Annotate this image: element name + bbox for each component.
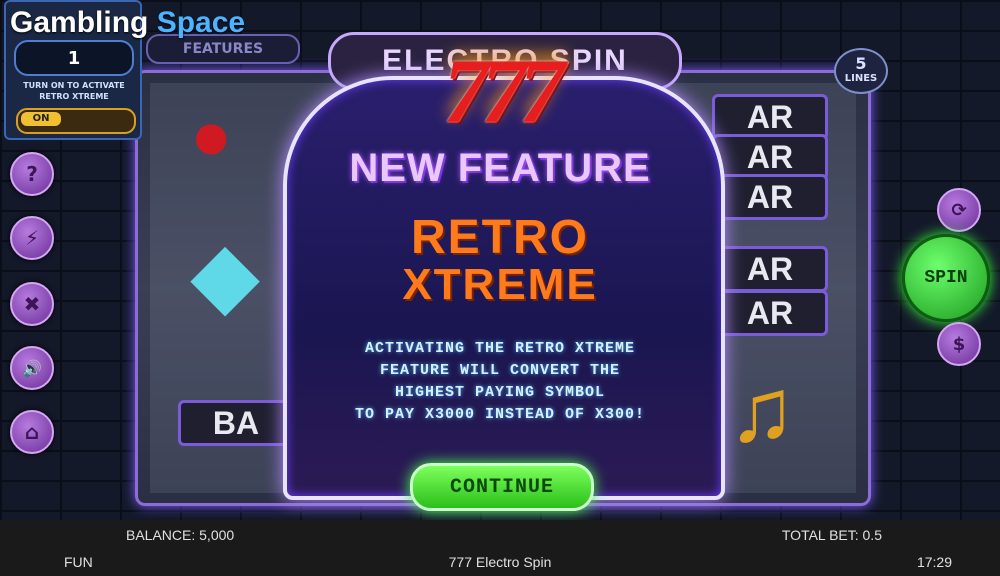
coin-icon: $ (952, 333, 966, 355)
lines-count: 5 (855, 54, 867, 73)
lines-badge: 5 LINES (834, 48, 888, 94)
help-button[interactable]: ? (10, 152, 54, 196)
seven-seven-seven-logo: 777 (443, 40, 565, 142)
description-line: ACTIVATING THE RETRO XTREME (364, 340, 636, 357)
game-name-text: 777 Electro Spin (448, 554, 552, 570)
feature-panel-note: TURN ON TO ACTIVATE RETRO XTREME (23, 81, 125, 101)
tools-icon: ✖ (23, 292, 41, 316)
home-icon: ⌂ (24, 420, 40, 444)
speaker-icon: 🔊 (22, 358, 42, 378)
continue-button[interactable]: CONTINUE (410, 463, 594, 511)
description-line: TO PAY X3000 INSTEAD OF X300! (354, 406, 646, 423)
turbo-button[interactable]: ⚡ (10, 216, 54, 260)
clock-text: 17:29 (916, 554, 952, 570)
description-line: HIGHEST PAYING SYMBOL (394, 384, 606, 401)
diamond-icon: ◆ (192, 227, 259, 323)
retro-xtreme-toggle[interactable]: ON (16, 108, 136, 134)
feature-value: 1 (14, 40, 134, 76)
home-button[interactable]: ⌂ (10, 410, 54, 454)
refresh-icon: ⟳ (951, 199, 967, 221)
watermark-part2: Space (156, 6, 246, 39)
lightning-icon: ⚡ (24, 226, 40, 250)
bar-symbol: AR (712, 246, 828, 292)
total-bet-text: TOTAL BET: 0.5 (781, 527, 882, 543)
settings-button[interactable]: ✖ (10, 282, 54, 326)
bar-symbol-left: BA (178, 400, 294, 446)
bell-icon: ♫ (728, 361, 796, 461)
bet-button[interactable]: $ (937, 322, 981, 366)
spin-button[interactable]: SPIN (902, 234, 990, 322)
feature-name-line2: XTREME (402, 260, 598, 309)
watermark-logo: Gambling Space (10, 6, 245, 40)
toggle-label: ON (21, 112, 61, 126)
bottom-status-bar: BALANCE: 5,000 TOTAL BET: 0.5 FUN 777 El… (0, 520, 1000, 576)
sound-button[interactable]: 🔊 (10, 346, 54, 390)
feature-name-line1: RETRO (411, 211, 589, 264)
lines-label: LINES (844, 73, 878, 84)
modal-heading: NEW FEATURE (349, 146, 651, 190)
bar-symbol: AR (712, 174, 828, 220)
cherry-icon: ● (190, 96, 233, 174)
feature-description: ACTIVATING THE RETRO XTREME FEATURE WILL… (300, 338, 700, 426)
help-icon: ? (26, 162, 38, 186)
description-line: FEATURE WILL CONVERT THE (379, 362, 621, 379)
autoplay-button[interactable]: ⟳ (937, 188, 981, 232)
watermark-part1: Gambling (10, 6, 149, 39)
bar-symbol: AR (712, 290, 828, 336)
balance-text: BALANCE: 5,000 (126, 527, 235, 543)
